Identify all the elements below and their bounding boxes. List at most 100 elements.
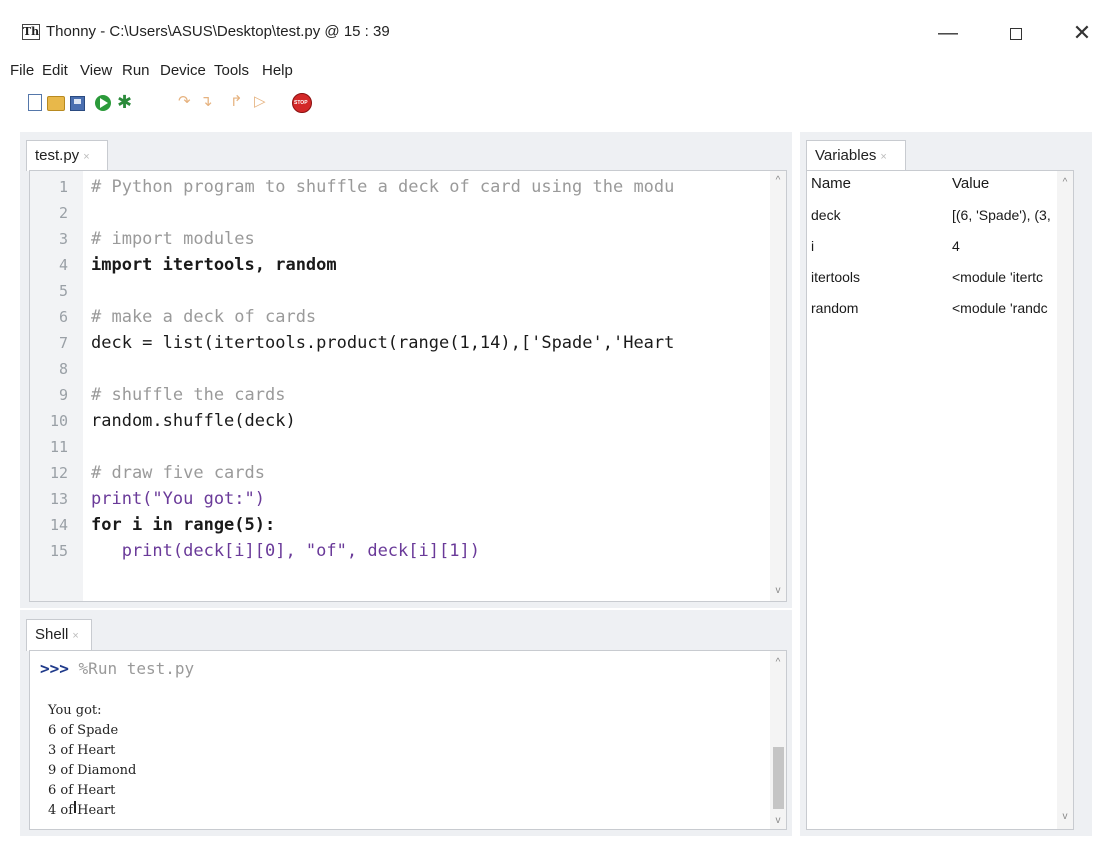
table-row[interactable]: random <module 'randc	[811, 297, 1055, 328]
menu-run[interactable]: Run	[122, 62, 150, 79]
variable-value: <module 'randc	[952, 300, 1048, 316]
tab-shell[interactable]: Shell ×	[26, 619, 92, 651]
code-text: random.shuffle(deck)	[91, 411, 296, 431]
output-line: You got:	[48, 703, 102, 718]
variable-name: itertools	[811, 269, 861, 285]
variables-scrollbar[interactable]: ^ v	[1057, 171, 1073, 829]
scroll-thumb[interactable]	[773, 747, 784, 809]
menu-view[interactable]: View	[80, 62, 112, 79]
menu-device[interactable]: Device	[160, 62, 206, 79]
menu-help[interactable]: Help	[262, 62, 293, 79]
column-value[interactable]: Value	[952, 173, 1070, 195]
code-line: 11	[30, 434, 770, 460]
scroll-down-icon[interactable]: v	[770, 583, 786, 599]
code-text: deck = list(itertools.product(range(1,14…	[91, 333, 675, 353]
code-line: 2	[30, 200, 770, 226]
code-line: 15 print(deck[i][0], "of", deck[i][1])	[30, 538, 770, 564]
debug-icon[interactable]: ✱	[117, 92, 132, 112]
code-line: 7 deck = list(itertools.product(range(1,1…	[30, 330, 770, 356]
toolbar	[0, 86, 1112, 126]
code-text: print(deck[i][0], "of", deck[i][1])	[91, 541, 480, 561]
menu-tools[interactable]: Tools	[214, 62, 249, 79]
step-into-icon[interactable]: ↴	[200, 92, 213, 110]
code-line: 14 for i in range(5):	[30, 512, 770, 538]
new-file-icon[interactable]	[28, 94, 42, 111]
code-lines: 1 # Python program to shuffle a deck of c…	[30, 174, 770, 564]
shell-command: %Run test.py	[78, 659, 195, 678]
minimize-button[interactable]: —	[928, 18, 968, 48]
output-line: 3 of Heart	[48, 743, 116, 758]
shell-console[interactable]: >>> %Run test.py You got: 6 of Spade 3 of …	[29, 650, 787, 830]
scroll-down-icon[interactable]: v	[770, 813, 786, 829]
code-text: # make a deck of cards	[91, 307, 317, 327]
maximize-icon	[1010, 27, 1022, 40]
open-file-icon[interactable]	[47, 96, 65, 111]
line-number: 3	[58, 230, 68, 248]
scroll-up-icon[interactable]: ^	[1057, 175, 1073, 191]
step-out-icon[interactable]: ↱	[230, 92, 243, 110]
stop-icon[interactable]	[292, 93, 312, 113]
code-line: 6 # make a deck of cards	[30, 304, 770, 330]
line-number: 11	[49, 438, 68, 456]
table-row[interactable]: i 4	[811, 235, 1055, 266]
code-text: # Python program to shuffle a deck of ca…	[91, 177, 675, 197]
line-number: 1	[58, 178, 68, 196]
window-title: Thonny - C:\Users\ASUS\Desktop\test.py @…	[46, 23, 390, 40]
close-button[interactable]: ✕	[1062, 18, 1102, 48]
code-text: # shuffle the cards	[91, 385, 286, 405]
step-over-icon[interactable]: ↷	[178, 92, 191, 110]
tab-close-icon[interactable]: ×	[83, 151, 89, 163]
table-row[interactable]: deck [(6, 'Spade'), (3,	[811, 204, 1055, 235]
table-row[interactable]: itertools <module 'itertc	[811, 266, 1055, 297]
code-line: 3 # import modules	[30, 226, 770, 252]
line-number: 15	[49, 542, 68, 560]
line-number: 6	[58, 308, 68, 326]
code-text: import itertools, random	[91, 255, 337, 275]
line-number: 12	[49, 464, 68, 482]
scroll-down-icon[interactable]: v	[1057, 809, 1073, 825]
line-number: 2	[58, 204, 68, 222]
menu-bar: File Edit View Run Device Tools Help	[0, 58, 1112, 84]
shell-output: You got: 6 of Spade 3 of Heart 9 of Diamond…	[48, 701, 136, 821]
code-editor[interactable]: 1 # Python program to shuffle a deck of c…	[29, 170, 787, 602]
scroll-up-icon[interactable]: ^	[770, 173, 786, 189]
output-line: 4 of Heart	[48, 803, 116, 818]
variable-value: 4	[952, 238, 960, 254]
line-number: 7	[58, 334, 68, 352]
editor-scrollbar[interactable]: ^ v	[770, 171, 786, 601]
variable-value: [(6, 'Spade'), (3,	[952, 207, 1051, 223]
code-text: print("You got:")	[91, 489, 265, 509]
resume-icon[interactable]: ▷	[254, 92, 266, 110]
line-number: 4	[58, 256, 68, 274]
output-line: 9 of Diamond	[48, 763, 137, 778]
variable-name: i	[811, 238, 815, 254]
variables-rows: Name Value deck [(6, 'Spade'), (3, i 4 i…	[811, 173, 1055, 328]
tab-label: Shell	[35, 626, 69, 643]
line-number: 5	[58, 282, 68, 300]
save-icon[interactable]	[70, 96, 85, 111]
shell-prompt-line: >>> %Run test.py	[40, 659, 194, 678]
maximize-button[interactable]	[996, 18, 1036, 48]
variable-name: random	[811, 300, 859, 316]
tab-close-icon[interactable]: ×	[72, 630, 78, 642]
line-number: 10	[49, 412, 68, 430]
scroll-up-icon[interactable]: ^	[770, 655, 786, 671]
code-line: 12 # draw five cards	[30, 460, 770, 486]
code-line: 4 import itertools, random	[30, 252, 770, 278]
code-text: for i in range(5):	[91, 515, 276, 535]
menu-edit[interactable]: Edit	[42, 62, 68, 79]
column-name[interactable]: Name	[811, 173, 945, 195]
code-line: 8	[30, 356, 770, 382]
menu-file[interactable]: File	[10, 62, 34, 79]
tab-label: test.py	[35, 147, 80, 164]
tab-variables[interactable]: Variables ×	[806, 140, 906, 171]
code-line: 13 print("You got:")	[30, 486, 770, 512]
code-text: # import modules	[91, 229, 255, 249]
prompt-marker: >>>	[40, 659, 69, 678]
run-icon[interactable]	[95, 95, 111, 111]
tab-close-icon[interactable]: ×	[880, 151, 886, 163]
tab-label: Variables	[815, 147, 877, 164]
shell-scrollbar[interactable]: ^ v	[770, 651, 786, 829]
tab-test-py[interactable]: test.py ×	[26, 140, 108, 171]
line-number: 14	[49, 516, 68, 534]
